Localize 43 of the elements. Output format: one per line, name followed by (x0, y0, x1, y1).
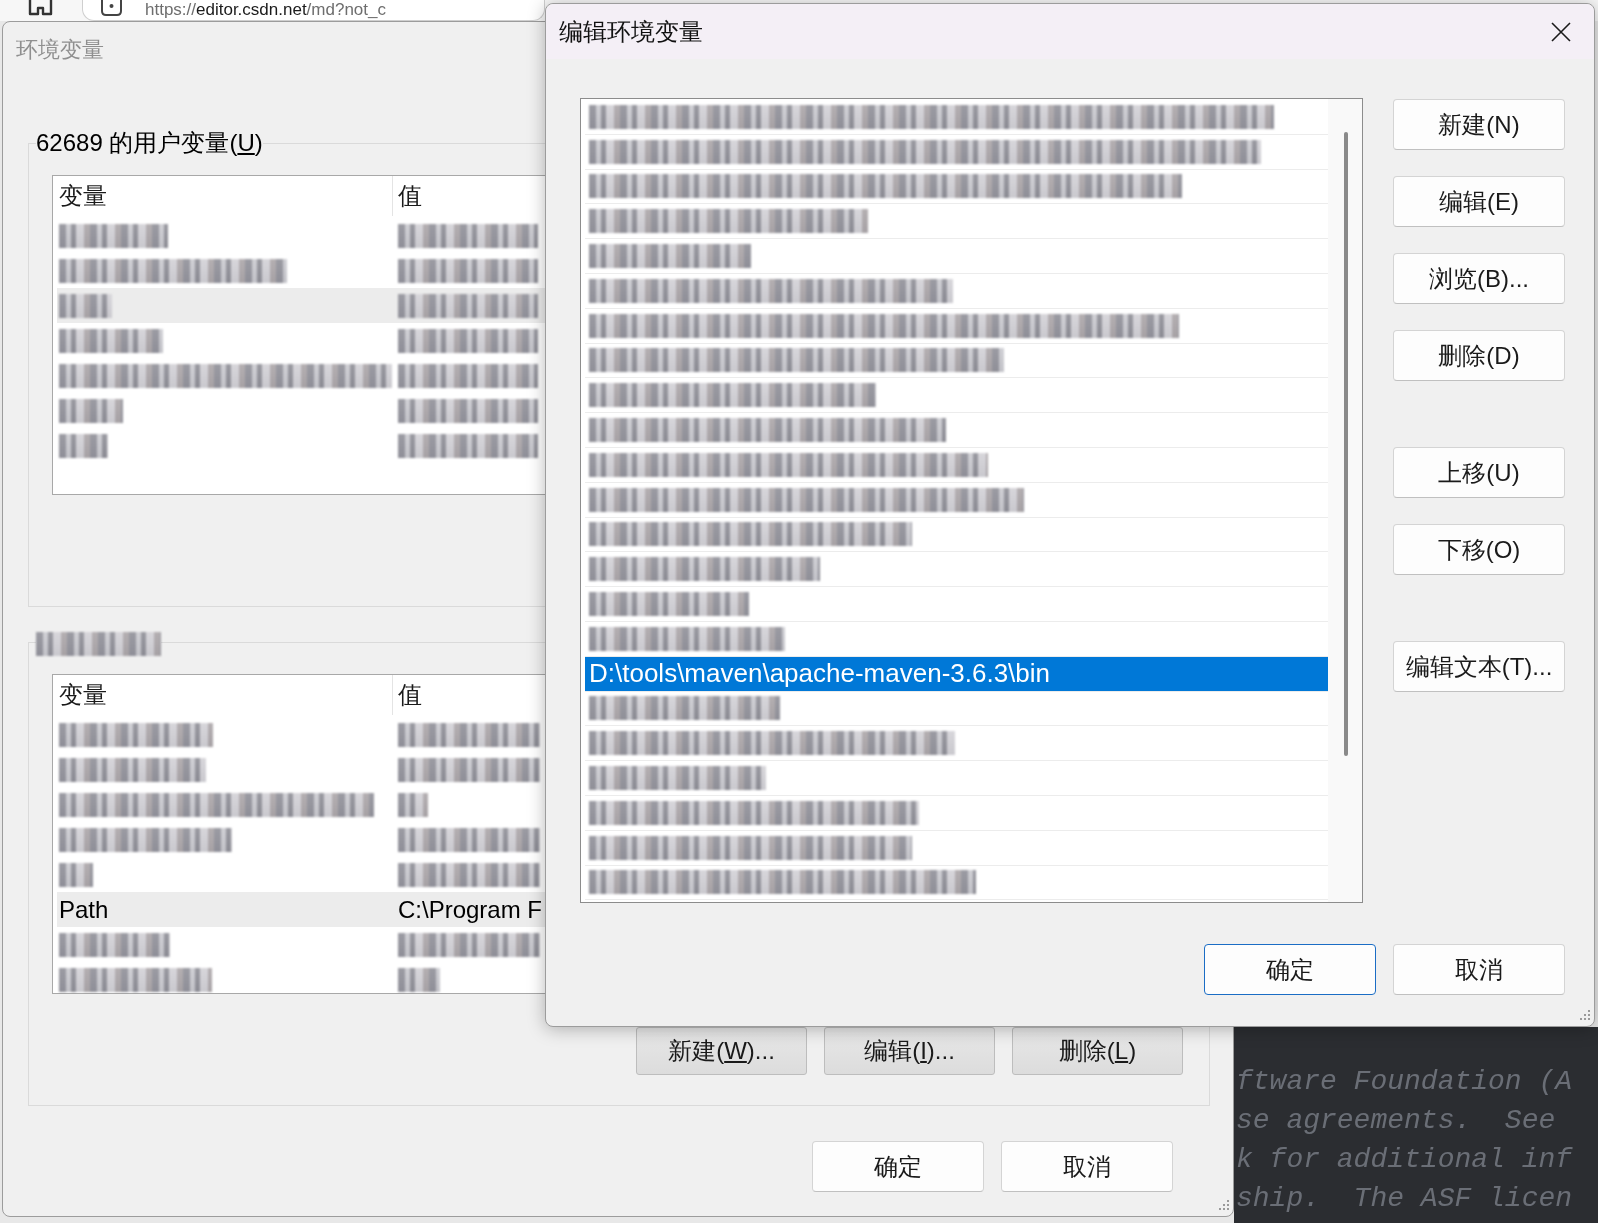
move-up-button[interactable]: 上移(U) (1393, 447, 1565, 498)
window-title: 环境变量 (16, 36, 104, 64)
resize-grip-icon[interactable] (1216, 1199, 1230, 1213)
ok-button[interactable]: 确定 (1204, 944, 1376, 995)
blurred-text (59, 398, 123, 423)
close-icon (1551, 21, 1571, 42)
edit-button[interactable]: 编辑(I)... (824, 1027, 995, 1075)
edit-button[interactable]: 编辑(E) (1393, 176, 1565, 227)
blurred-text (398, 967, 440, 992)
cancel-button[interactable]: 取消 (1393, 944, 1565, 995)
resize-grip-icon[interactable] (1577, 1009, 1591, 1023)
window-title: 编辑环境变量 (559, 16, 703, 47)
page-info-icon[interactable] (100, 0, 123, 16)
table-cell-text: Path (58, 895, 110, 924)
blurred-text (59, 293, 112, 318)
cancel-button[interactable]: 取消 (1001, 1141, 1173, 1192)
address-bar[interactable]: https://editor.csdn.net/md?not_c (82, 0, 545, 21)
column-header[interactable]: 值 (393, 176, 422, 216)
code-line: ftware Foundation (A (1236, 1065, 1574, 1099)
new-button[interactable]: 新建(W)... (636, 1027, 807, 1075)
home-icon[interactable] (27, 0, 54, 16)
ok-button[interactable]: 确定 (812, 1141, 984, 1192)
scrollbar[interactable] (1344, 132, 1348, 756)
edit-text-button[interactable]: 编辑文本(T)... (1393, 641, 1565, 692)
code-line: ship. The ASF licen (1236, 1182, 1574, 1216)
delete-button[interactable]: 删除(L) (1012, 1027, 1183, 1075)
group-label: 62689 的用户变量(U) (36, 129, 263, 156)
blurred-text (398, 792, 428, 817)
column-header[interactable]: 变量 (53, 675, 393, 715)
new-button[interactable]: 新建(N) (1393, 99, 1565, 150)
move-down-button[interactable]: 下移(O) (1393, 524, 1565, 575)
blurred-text (59, 433, 108, 458)
table-row[interactable] (57, 288, 547, 323)
blurred-text (59, 862, 93, 887)
delete-button[interactable]: 删除(D) (1393, 330, 1565, 381)
code-line: se agreements. See (1236, 1104, 1557, 1138)
browse-button[interactable]: 浏览(B)... (1393, 253, 1565, 304)
column-header[interactable]: 变量 (53, 176, 393, 216)
table-cell-text: C:\Program F (397, 895, 543, 924)
list-item[interactable]: D:\tools\maven\apache-maven-3.6.3\bin (585, 656, 1328, 692)
column-header[interactable]: 值 (393, 675, 422, 715)
code-line: k for additional inf (1236, 1143, 1574, 1177)
table-row[interactable]: Path C:\Program F (57, 892, 547, 927)
